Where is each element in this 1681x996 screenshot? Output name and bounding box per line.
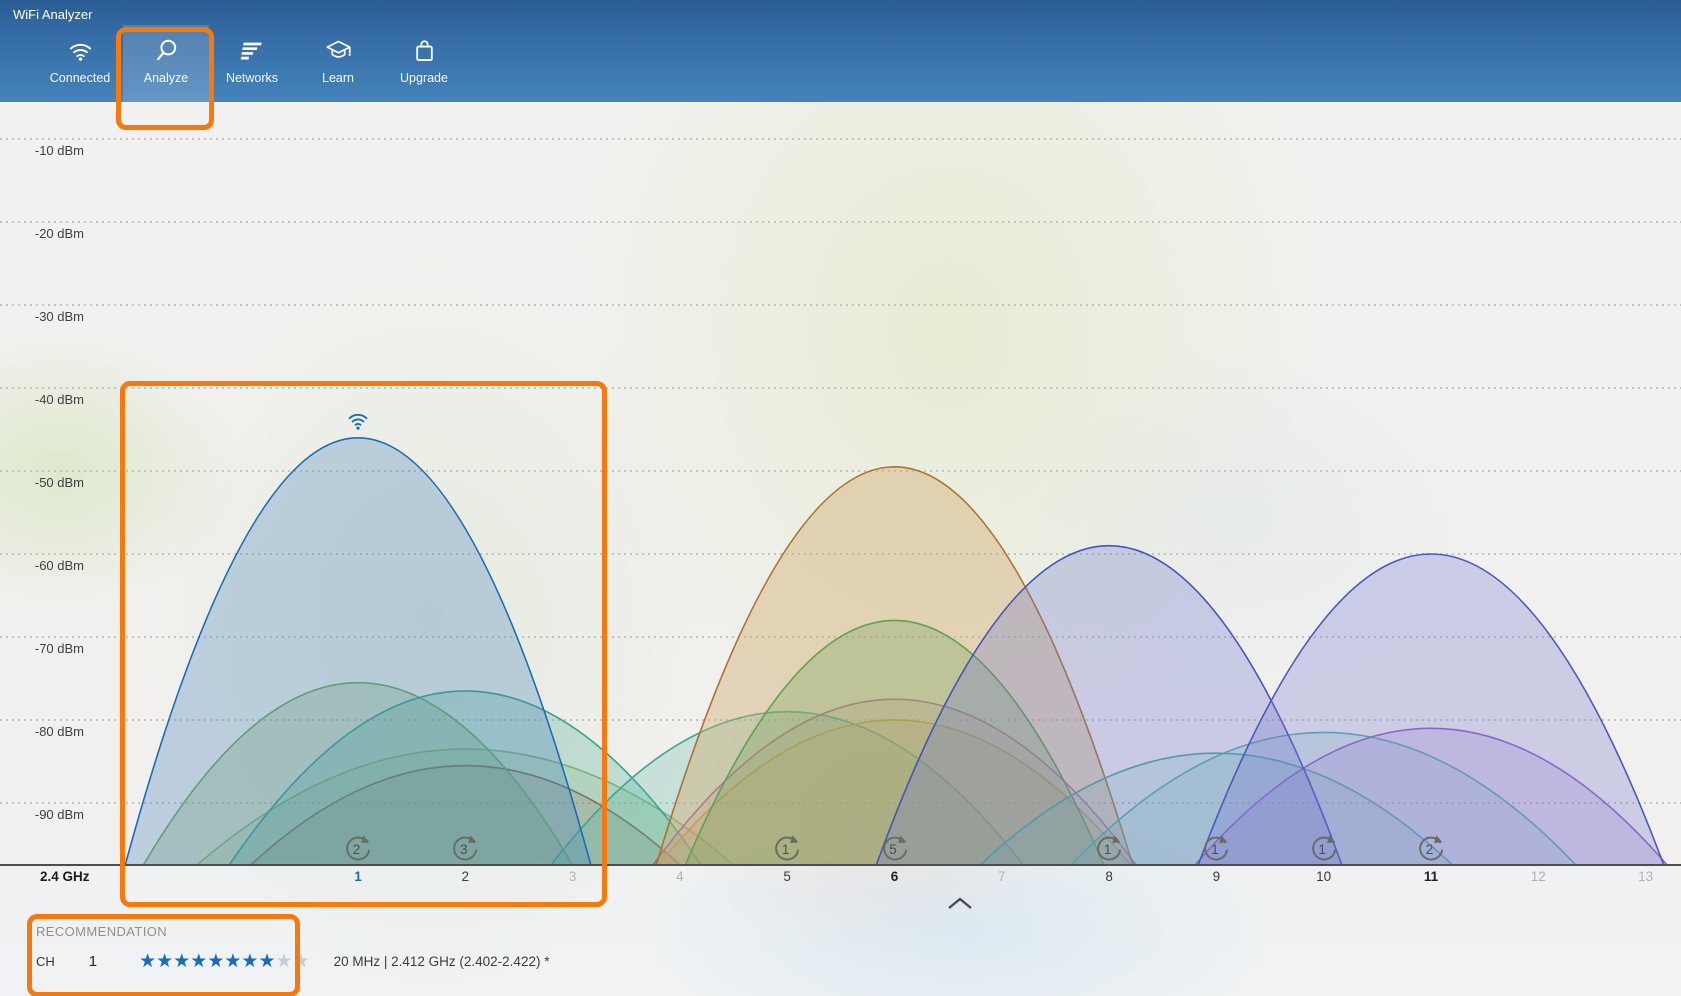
- channel-tick-8: 8: [1088, 869, 1130, 884]
- learn-icon: [325, 37, 352, 64]
- band-label: 2.4 GHz: [40, 869, 90, 884]
- channel-tick-11: 11: [1410, 869, 1452, 884]
- y-tick-label: -70 dBm: [22, 641, 84, 656]
- tab-networks[interactable]: Networks: [209, 25, 295, 102]
- y-tick-label: -90 dBm: [22, 807, 84, 822]
- recommendation-highlight: [27, 914, 300, 996]
- channel-9-network-count-icon: 1: [1199, 831, 1233, 865]
- network-curve-fill-ch11[interactable]: [1198, 554, 1664, 865]
- channel-11-network-count-icon: 2: [1414, 831, 1448, 865]
- y-tick-label: -50 dBm: [22, 475, 84, 490]
- channel-tick-10: 10: [1303, 869, 1345, 884]
- channel-tick-6: 6: [874, 869, 916, 884]
- channel-network-count: 5: [878, 831, 912, 865]
- y-tick-label: -60 dBm: [22, 558, 84, 573]
- y-tick-label: -20 dBm: [22, 226, 84, 241]
- channel-network-count: 1: [770, 831, 804, 865]
- connected-icon: [67, 37, 94, 64]
- channel1-region-highlight: [120, 381, 607, 907]
- app-title: WiFi Analyzer: [13, 7, 92, 22]
- channel-tick-7: 7: [981, 869, 1023, 884]
- tab-learn[interactable]: Learn: [295, 25, 381, 102]
- y-tick-label: -10 dBm: [22, 143, 84, 158]
- app-header: WiFi Analyzer ConnectedAnalyzeNetworksLe…: [0, 0, 1681, 102]
- nav-tabs: ConnectedAnalyzeNetworksLearnUpgrade: [37, 25, 467, 102]
- channel-network-count: 1: [1092, 831, 1126, 865]
- tab-label: Upgrade: [400, 71, 448, 85]
- channel-tick-4: 4: [659, 869, 701, 884]
- analyze-tab-highlight: [116, 27, 214, 130]
- networks-icon: [239, 37, 266, 64]
- tab-upgrade[interactable]: Upgrade: [381, 25, 467, 102]
- y-tick-label: -40 dBm: [22, 392, 84, 407]
- upgrade-icon: [411, 37, 438, 64]
- tab-connected[interactable]: Connected: [37, 25, 123, 102]
- channel-tick-5: 5: [766, 869, 808, 884]
- tab-label: Learn: [322, 71, 354, 85]
- channel-network-count: 1: [1199, 831, 1233, 865]
- tab-label: Networks: [226, 71, 278, 85]
- y-tick-label: -80 dBm: [22, 724, 84, 739]
- channel-8-network-count-icon: 1: [1092, 831, 1126, 865]
- channel-5-network-count-icon: 1: [770, 831, 804, 865]
- recommendation-details: 20 MHz | 2.412 GHz (2.402-2.422) *: [334, 954, 550, 969]
- channel-tick-12: 12: [1517, 869, 1559, 884]
- channel-tick-9: 9: [1195, 869, 1237, 884]
- channel-network-count: 1: [1307, 831, 1341, 865]
- y-tick-label: -30 dBm: [22, 309, 84, 324]
- collapse-panel-chevron-up-icon[interactable]: [946, 897, 974, 915]
- channel-6-network-count-icon: 5: [878, 831, 912, 865]
- channel-10-network-count-icon: 1: [1307, 831, 1341, 865]
- channel-tick-13: 13: [1625, 869, 1667, 884]
- wifi-analyzer-window: -10 dBm -20 dBm -30 dBm -40 dBm -50 dBm -60 d…: [0, 0, 1681, 996]
- channel-network-count: 2: [1414, 831, 1448, 865]
- tab-label: Connected: [50, 71, 110, 85]
